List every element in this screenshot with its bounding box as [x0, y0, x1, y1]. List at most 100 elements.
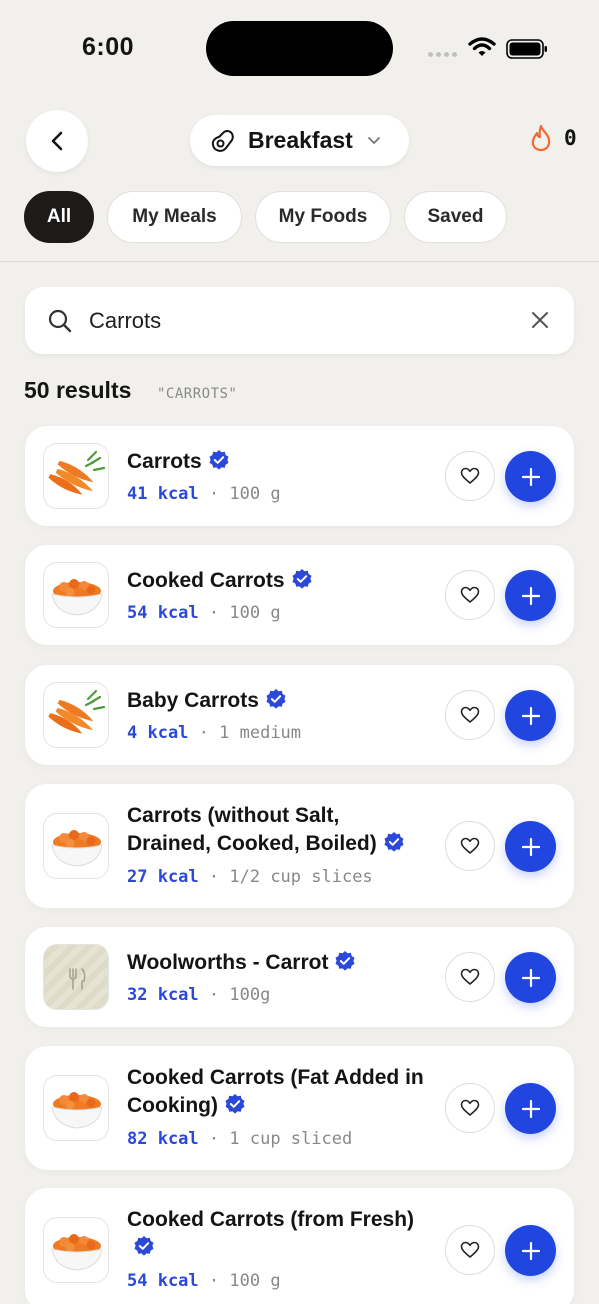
plus-icon — [521, 1099, 540, 1118]
food-name: Cooked Carrots (Fat Added in Cooking) — [127, 1064, 427, 1120]
battery-icon — [506, 39, 547, 59]
heart-icon — [460, 1241, 480, 1258]
food-kcal: 54 kcal — [127, 1271, 199, 1291]
meal-label: Breakfast — [248, 127, 353, 153]
food-name: Cooked Carrots — [127, 567, 447, 595]
favorite-button[interactable] — [445, 451, 495, 501]
food-thumbnail — [43, 682, 109, 748]
search-input[interactable] — [89, 305, 489, 337]
tab-my-foods[interactable]: My Foods — [255, 191, 391, 243]
verified-badge-icon — [225, 1094, 245, 1114]
verified-badge-icon — [134, 1236, 154, 1256]
verified-badge-icon — [209, 450, 229, 470]
streak-indicator[interactable]: 0 — [530, 124, 577, 152]
search-icon — [48, 309, 72, 333]
heart-icon — [460, 1099, 480, 1116]
food-meta: 54 kcal · 100 g — [127, 603, 281, 623]
carrots-image — [48, 689, 106, 734]
verified-badge-icon — [266, 689, 286, 709]
food-thumbnail — [43, 1217, 109, 1283]
food-name-text: Cooked Carrots (Fat Added in Cooking) — [127, 1066, 424, 1117]
favorite-button[interactable] — [445, 821, 495, 871]
divider — [0, 261, 599, 262]
favorite-button[interactable] — [445, 570, 495, 620]
favorite-button[interactable] — [445, 952, 495, 1002]
status-bar: 6:00 — [0, 0, 599, 96]
food-name: Baby Carrots — [127, 687, 447, 715]
food-card[interactable]: Cooked Carrots (from Fresh) 54 kcal · 10… — [25, 1188, 574, 1304]
food-kcal: 4 kcal — [127, 723, 189, 743]
food-name: Cooked Carrots (from Fresh) — [127, 1206, 437, 1262]
back-button[interactable] — [26, 110, 88, 172]
food-serving: 100 g — [229, 1271, 281, 1291]
plus-icon — [521, 706, 540, 725]
food-name-text: Carrots (without Salt, Drained, Cooked, … — [127, 804, 377, 855]
food-thumbnail — [43, 562, 109, 628]
tab-saved[interactable]: Saved — [404, 191, 507, 243]
food-thumbnail — [43, 1075, 109, 1141]
add-food-button[interactable] — [505, 952, 556, 1003]
status-icons — [428, 36, 548, 62]
food-card[interactable]: Carrots (without Salt, Drained, Cooked, … — [25, 784, 574, 908]
tab-all[interactable]: All — [24, 191, 94, 243]
plus-icon — [521, 837, 540, 856]
close-icon[interactable] — [529, 309, 551, 331]
food-card[interactable]: Baby Carrots 4 kcal · 1 medium — [25, 665, 574, 765]
add-food-button[interactable] — [505, 1225, 556, 1276]
food-serving: 1 cup sliced — [229, 1129, 353, 1149]
heart-icon — [460, 586, 480, 603]
plus-icon — [521, 586, 540, 605]
food-thumbnail — [43, 443, 109, 509]
add-food-button[interactable] — [505, 451, 556, 502]
chevron-down-icon — [367, 137, 380, 144]
food-meta: 82 kcal · 1 cup sliced — [127, 1129, 353, 1149]
food-kcal: 54 kcal — [127, 603, 199, 623]
heart-icon — [460, 706, 480, 723]
food-name-text: Cooked Carrots — [127, 569, 285, 592]
heart-icon — [460, 837, 480, 854]
food-meta: 54 kcal · 100 g — [127, 1271, 281, 1291]
food-meta: 27 kcal · 1/2 cup slices — [127, 867, 373, 887]
verified-badge-icon — [384, 832, 404, 852]
bowl-carrots-image — [51, 830, 103, 867]
food-meta: 4 kcal · 1 medium — [127, 723, 302, 743]
bowl-carrots-image — [51, 1092, 103, 1129]
add-food-button[interactable] — [505, 1083, 556, 1134]
add-food-button[interactable] — [505, 570, 556, 621]
food-name-text: Baby Carrots — [127, 689, 259, 712]
food-kcal: 82 kcal — [127, 1129, 199, 1149]
heart-icon — [460, 467, 480, 484]
status-time: 6:00 — [82, 33, 135, 61]
cellular-signal-icon — [428, 52, 457, 57]
food-meta: 32 kcal · 100g — [127, 985, 271, 1005]
favorite-button[interactable] — [445, 690, 495, 740]
add-food-button[interactable] — [505, 690, 556, 741]
food-serving: 100 g — [229, 484, 281, 504]
food-serving: 1 medium — [219, 723, 302, 743]
food-thumbnail — [43, 813, 109, 879]
bowl-carrots-image — [51, 1234, 103, 1271]
verified-badge-icon — [335, 951, 355, 971]
chevron-left-icon — [51, 131, 63, 151]
food-card[interactable]: Woolworths - Carrot 32 kcal · 100g — [25, 927, 574, 1027]
meal-selector[interactable]: Breakfast — [190, 115, 409, 166]
food-card[interactable]: Cooked Carrots 54 kcal · 100 g — [25, 545, 574, 645]
tab-my-meals[interactable]: My Meals — [107, 191, 242, 243]
add-food-button[interactable] — [505, 821, 556, 872]
utensils-icon — [69, 968, 86, 990]
wifi-icon — [468, 37, 496, 56]
food-name: Carrots (without Salt, Drained, Cooked, … — [127, 802, 427, 858]
verified-badge-icon — [292, 569, 312, 589]
favorite-button[interactable] — [445, 1083, 495, 1133]
search-box — [25, 287, 574, 354]
food-card[interactable]: Carrots 41 kcal · 100 g — [25, 426, 574, 526]
food-card[interactable]: Cooked Carrots (Fat Added in Cooking) 82… — [25, 1046, 574, 1170]
food-meta: 41 kcal · 100 g — [127, 484, 281, 504]
food-name-text: Cooked Carrots (from Fresh) — [127, 1208, 415, 1231]
plus-icon — [521, 1241, 540, 1260]
food-kcal: 27 kcal — [127, 867, 199, 887]
favorite-button[interactable] — [445, 1225, 495, 1275]
carrots-image — [48, 450, 106, 495]
plus-icon — [521, 467, 540, 486]
food-kcal: 41 kcal — [127, 484, 199, 504]
